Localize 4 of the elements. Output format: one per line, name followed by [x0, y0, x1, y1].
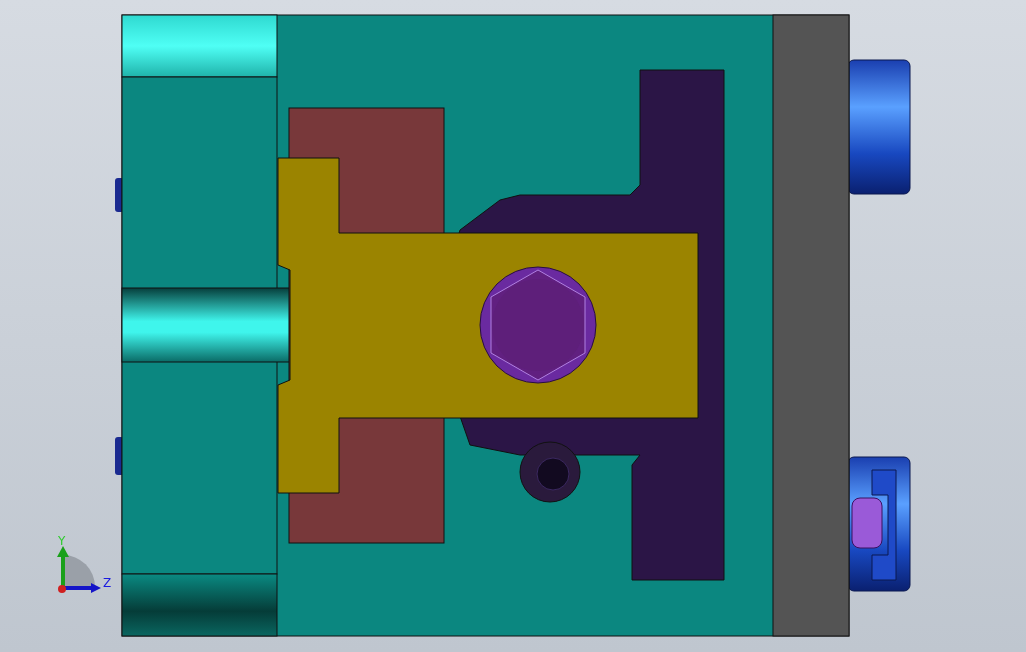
cad-viewport[interactable]: Y Z [0, 0, 1026, 652]
axis-label: Z [103, 576, 112, 590]
axis-triad-drawing [57, 546, 101, 593]
axis-label: Y [58, 534, 66, 548]
